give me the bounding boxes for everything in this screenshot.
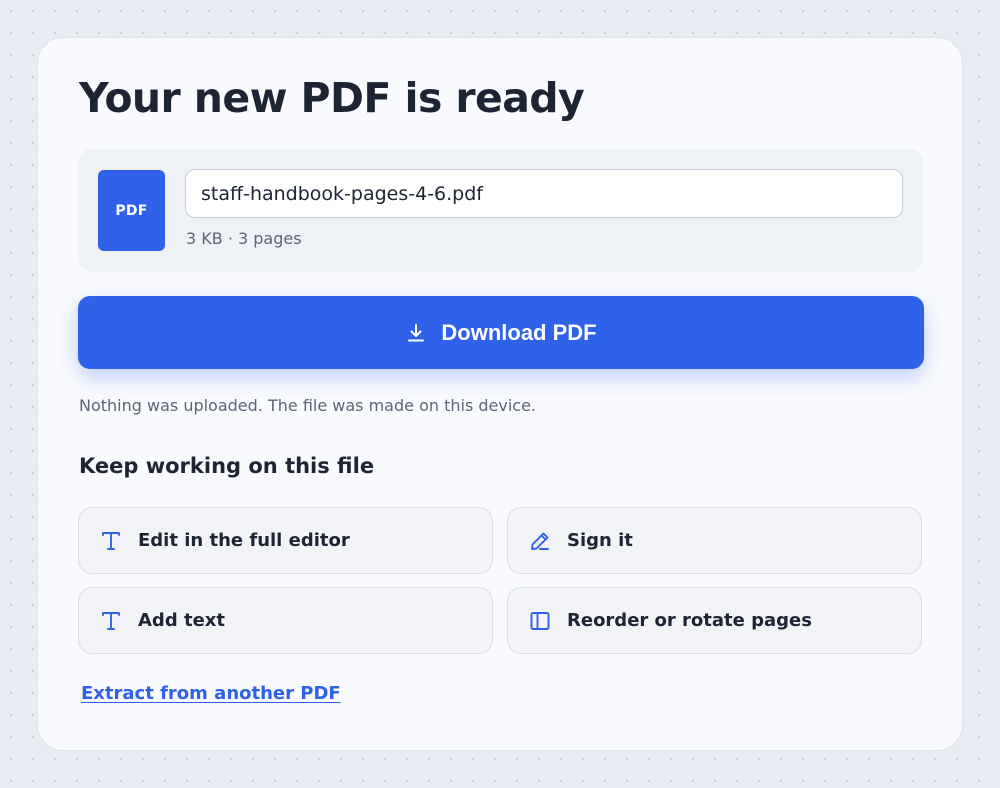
extract-from-another-pdf-link[interactable]: Extract from another PDF <box>81 683 341 704</box>
page-title: Your new PDF is ready <box>79 74 585 122</box>
pen-icon <box>527 528 553 554</box>
action-label: Reorder or rotate pages <box>567 610 812 631</box>
file-meta: 3 KB · 3 pages <box>186 229 302 248</box>
download-button-label: Download PDF <box>441 319 597 345</box>
result-card: Your new PDF is ready PDF 3 KB · 3 pages… <box>37 37 963 751</box>
edit-in-full-editor-button[interactable]: Edit in the full editor <box>78 507 493 574</box>
action-label: Add text <box>138 610 225 631</box>
pages-panel-icon <box>527 608 553 634</box>
text-icon <box>98 528 124 554</box>
filename-input[interactable] <box>185 169 903 218</box>
add-text-button[interactable]: Add text <box>78 587 493 654</box>
download-pdf-button[interactable]: Download PDF <box>78 296 924 369</box>
pdf-file-icon: PDF <box>98 170 165 251</box>
pdf-badge-label: PDF <box>115 202 148 219</box>
reorder-rotate-pages-button[interactable]: Reorder or rotate pages <box>507 587 922 654</box>
text-icon <box>98 608 124 634</box>
next-steps-heading: Keep working on this file <box>79 454 375 478</box>
action-label: Edit in the full editor <box>138 530 350 551</box>
file-panel: PDF 3 KB · 3 pages <box>78 149 923 272</box>
sign-it-button[interactable]: Sign it <box>507 507 922 574</box>
privacy-note: Nothing was uploaded. The file was made … <box>79 396 536 415</box>
action-label: Sign it <box>567 530 633 551</box>
download-icon <box>405 322 427 344</box>
